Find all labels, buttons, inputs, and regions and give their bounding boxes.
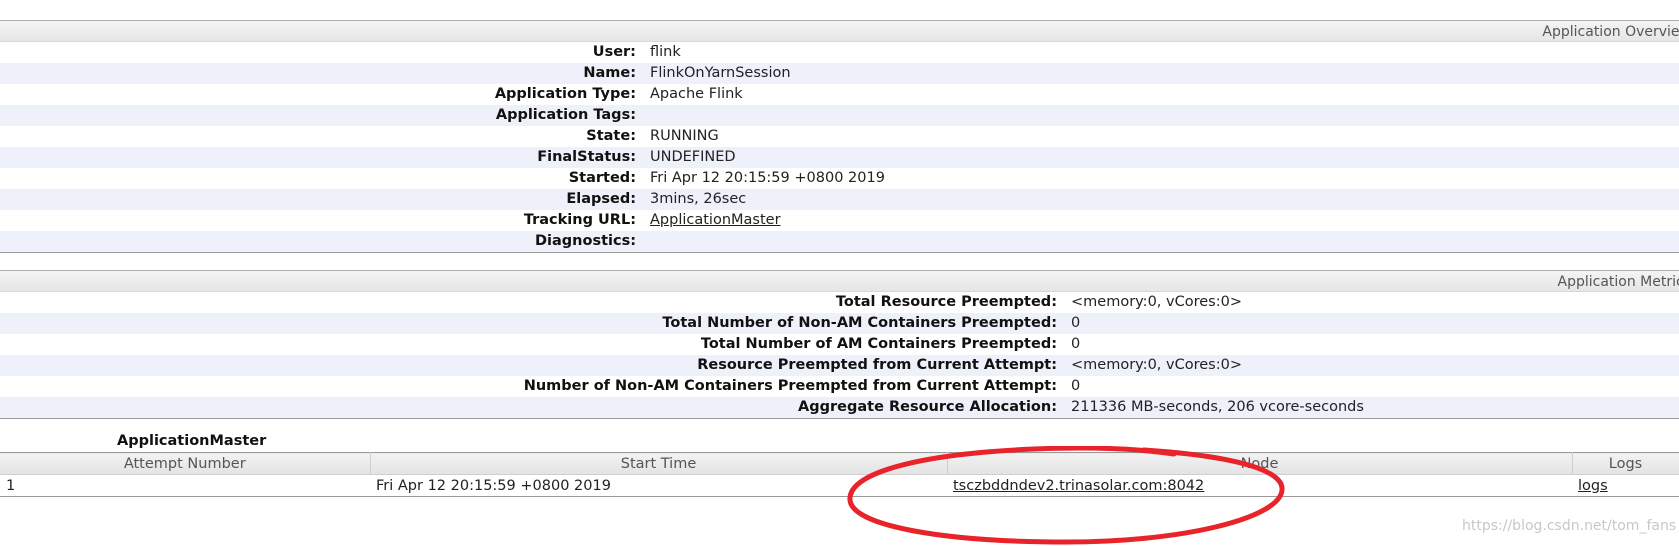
started-label: Started:: [568, 170, 636, 186]
metrics-row-non-am-preempted: Total Number of Non-AM Containers Preemp…: [0, 313, 1679, 334]
overview-row-user: User: flink: [0, 42, 1679, 63]
user-label: User:: [592, 44, 636, 60]
non-am-containers-preempted-value: 0: [1071, 315, 1081, 331]
overview-row-tracking-url: Tracking URL: ApplicationMaster: [0, 210, 1679, 231]
overview-row-elapsed: Elapsed: 3mins, 26sec: [0, 189, 1679, 210]
started-value: Fri Apr 12 20:15:59 +0800 2019: [650, 170, 885, 186]
name-value: FlinkOnYarnSession: [650, 65, 791, 81]
resource-preempted-current-attempt-value: <memory:0, vCores:0>: [1071, 357, 1242, 373]
total-resource-preempted-label: Total Resource Preempted:: [835, 294, 1057, 310]
current-non-am-containers-preempted-value: 0: [1071, 378, 1081, 394]
tracking-url-link[interactable]: ApplicationMaster: [650, 212, 781, 228]
column-header-start-time[interactable]: Start Time: [370, 452, 948, 475]
attempts-caption: ApplicationMaster: [117, 433, 267, 449]
start-time-cell: Fri Apr 12 20:15:59 +0800 2019: [370, 474, 947, 497]
current-non-am-containers-preempted-label: Number of Non-AM Containers Preempted fr…: [523, 378, 1057, 394]
overview-row-diagnostics: Diagnostics:: [0, 231, 1679, 252]
overview-row-name: Name: FlinkOnYarnSession: [0, 63, 1679, 84]
metrics-row-current-attempt-preempted: Resource Preempted from Current Attempt:…: [0, 355, 1679, 376]
non-am-containers-preempted-label: Total Number of Non-AM Containers Preemp…: [662, 315, 1057, 331]
state-label: State:: [586, 128, 636, 144]
overview-row-type: Application Type: Apache Flink: [0, 84, 1679, 105]
node-link[interactable]: tsczbddndev2.trinasolar.com:8042: [953, 478, 1204, 494]
finalstatus-label: FinalStatus:: [537, 149, 636, 165]
application-metrics-panel: Application Metrics Total Resource Preem…: [0, 270, 1679, 419]
elapsed-label: Elapsed:: [566, 191, 636, 207]
diagnostics-label: Diagnostics:: [534, 233, 636, 249]
column-header-attempt-number[interactable]: Attempt Number: [0, 452, 371, 475]
attempt-number-cell: 1: [0, 474, 370, 497]
logs-cell: logs: [1572, 474, 1679, 497]
metrics-bottom-border: [0, 418, 1679, 419]
name-label: Name:: [583, 65, 636, 81]
table-row: 1 Fri Apr 12 20:15:59 +0800 2019 tsczbdd…: [0, 474, 1679, 497]
aggregate-resource-allocation-value: 211336 MB-seconds, 206 vcore-seconds: [1071, 399, 1364, 415]
node-cell: tsczbddndev2.trinasolar.com:8042: [947, 474, 1572, 497]
user-value: flink: [650, 44, 681, 60]
overview-row-tags: Application Tags:: [0, 105, 1679, 126]
am-containers-preempted-label: Total Number of AM Containers Preempted:: [700, 336, 1057, 352]
overview-bottom-border: [0, 252, 1679, 253]
attempts-section: ApplicationMaster Attempt Number Start T…: [0, 433, 1679, 497]
resource-preempted-current-attempt-label: Resource Preempted from Current Attempt:: [697, 357, 1057, 373]
application-overview-header: Application Overview: [0, 21, 1679, 42]
watermark: https://blog.csdn.net/tom_fans: [1462, 518, 1677, 534]
elapsed-value: 3mins, 26sec: [650, 191, 747, 207]
overview-row-finalstatus: FinalStatus: UNDEFINED: [0, 147, 1679, 168]
logs-link[interactable]: logs: [1578, 478, 1608, 494]
metrics-row-am-preempted: Total Number of AM Containers Preempted:…: [0, 334, 1679, 355]
attempts-table: Attempt Number Start Time Node Logs 1 Fr…: [0, 452, 1679, 497]
overview-row-started: Started: Fri Apr 12 20:15:59 +0800 2019: [0, 168, 1679, 189]
application-overview-panel: Application Overview User: flink Name: Fli…: [0, 20, 1679, 253]
attempts-header-row: Attempt Number Start Time Node Logs: [0, 452, 1679, 475]
application-type-label: Application Type:: [494, 86, 636, 102]
tracking-url-label: Tracking URL:: [523, 212, 636, 228]
aggregate-resource-allocation-label: Aggregate Resource Allocation:: [798, 399, 1057, 415]
application-type-value: Apache Flink: [650, 86, 743, 102]
finalstatus-value: UNDEFINED: [650, 149, 736, 165]
metrics-row-aggregate-allocation: Aggregate Resource Allocation: 211336 MB-…: [0, 397, 1679, 418]
overview-row-state: State: RUNNING: [0, 126, 1679, 147]
metrics-row-total-resource-preempted: Total Resource Preempted: <memory:0, vCor…: [0, 292, 1679, 313]
am-containers-preempted-value: 0: [1071, 336, 1081, 352]
state-value: RUNNING: [650, 128, 719, 144]
application-tags-label: Application Tags:: [495, 107, 636, 123]
total-resource-preempted-value: <memory:0, vCores:0>: [1071, 294, 1242, 310]
metrics-row-current-non-am-preempted: Number of Non-AM Containers Preempted fr…: [0, 376, 1679, 397]
column-header-logs[interactable]: Logs: [1572, 452, 1679, 475]
column-header-node[interactable]: Node: [947, 452, 1573, 475]
tracking-url-cell: ApplicationMaster: [650, 210, 781, 231]
application-metrics-header: Application Metrics: [0, 271, 1679, 292]
